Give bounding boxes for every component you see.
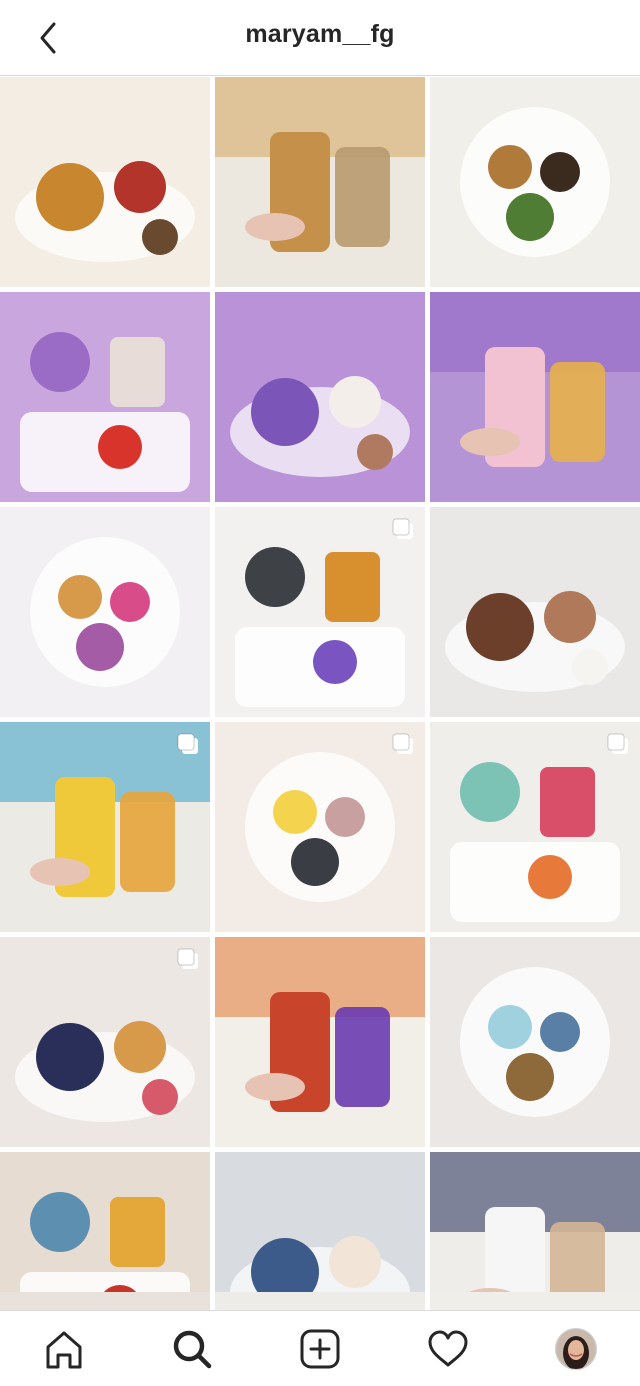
- grid-photo-14[interactable]: [215, 937, 425, 1147]
- grid-photo-10[interactable]: [0, 722, 210, 932]
- grid-photo-7[interactable]: [0, 507, 210, 717]
- grid-photo-6[interactable]: [430, 292, 640, 502]
- grid-photo-11[interactable]: [215, 722, 425, 932]
- photo-thumbnail: [430, 937, 640, 1147]
- grid-photo-8[interactable]: [215, 507, 425, 717]
- photo-thumbnail: [0, 292, 210, 502]
- search-icon: [173, 1330, 212, 1368]
- add-post-icon: [300, 1329, 340, 1368]
- photo-thumbnail: [0, 77, 210, 287]
- nav-activity-button[interactable]: [416, 1317, 480, 1381]
- photo-thumbnail: [215, 77, 425, 287]
- carousel-icon: [177, 948, 198, 969]
- nav-profile-button[interactable]: [544, 1317, 608, 1381]
- grid-photo-partial-2[interactable]: [215, 1292, 425, 1312]
- top-header: maryam__fg: [0, 0, 640, 76]
- grid-photo-5[interactable]: [215, 292, 425, 502]
- home-icon: [46, 1331, 82, 1368]
- grid-photo-13[interactable]: [0, 937, 210, 1147]
- profile-avatar: [555, 1327, 597, 1370]
- grid-photo-1[interactable]: [0, 77, 210, 287]
- photo-thumbnail: [430, 292, 640, 502]
- grid-photo-9[interactable]: [430, 507, 640, 717]
- photo-thumbnail: [430, 507, 640, 717]
- carousel-icon: [177, 733, 198, 754]
- nav-search-button[interactable]: [160, 1317, 224, 1381]
- photo-thumbnail: [0, 507, 210, 717]
- carousel-icon: [392, 733, 413, 754]
- grid-photo-2[interactable]: [215, 77, 425, 287]
- grid-photo-3[interactable]: [430, 77, 640, 287]
- bottom-navigation: [0, 1310, 640, 1386]
- grid-photo-4[interactable]: [0, 292, 210, 502]
- grid-photo-15[interactable]: [430, 937, 640, 1147]
- profile-username: maryam__fg: [245, 20, 395, 48]
- heart-icon: [428, 1330, 468, 1366]
- nav-new-post-button[interactable]: [288, 1317, 352, 1381]
- photo-thumbnail: [215, 937, 425, 1147]
- grid-next-row-peek: [0, 1292, 640, 1312]
- carousel-icon: [392, 518, 413, 539]
- photo-grid: [0, 77, 640, 1362]
- grid-photo-partial-1[interactable]: [0, 1292, 210, 1312]
- grid-photo-partial-3[interactable]: [430, 1292, 640, 1312]
- photo-thumbnail: [430, 77, 640, 287]
- photo-thumbnail: [215, 292, 425, 502]
- grid-photo-12[interactable]: [430, 722, 640, 932]
- carousel-icon: [607, 733, 628, 754]
- nav-home-button[interactable]: [32, 1317, 96, 1381]
